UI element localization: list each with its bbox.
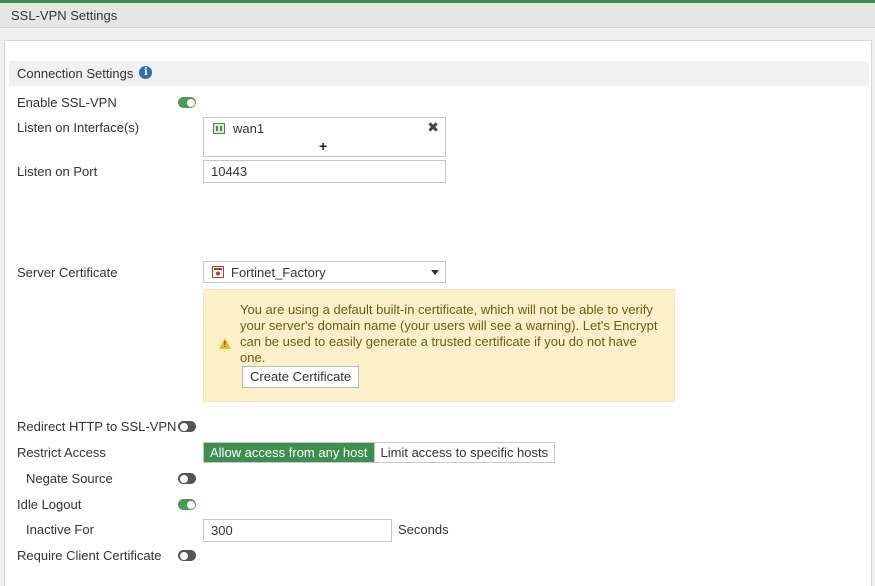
inactive-for-unit: Seconds bbox=[398, 522, 449, 537]
redirect-http-toggle[interactable] bbox=[178, 421, 196, 432]
enable-sslvpn-label: Enable SSL-VPN bbox=[17, 95, 117, 110]
toggle-knob bbox=[186, 500, 195, 509]
inactive-for-input[interactable] bbox=[203, 519, 392, 542]
negate-source-label: Negate Source bbox=[26, 471, 113, 486]
idle-logout-label: Idle Logout bbox=[17, 497, 82, 512]
remove-interface-icon[interactable]: ✖ bbox=[427, 119, 439, 136]
inactive-for-label: Inactive For bbox=[26, 522, 94, 537]
enable-sslvpn-toggle[interactable] bbox=[178, 97, 196, 108]
allow-any-host-option[interactable]: Allow access from any host bbox=[204, 443, 374, 462]
require-client-cert-label: Require Client Certificate bbox=[17, 548, 162, 563]
certificate-icon bbox=[212, 266, 224, 278]
server-certificate-select[interactable]: Fortinet_Factory bbox=[203, 261, 446, 283]
toggle-knob bbox=[186, 98, 195, 107]
add-interface-button[interactable]: + bbox=[319, 138, 327, 154]
info-icon[interactable]: i bbox=[139, 66, 153, 80]
idle-logout-toggle[interactable] bbox=[178, 499, 196, 510]
interface-item: wan1 bbox=[233, 121, 265, 136]
section-title: Connection Settings bbox=[17, 66, 134, 81]
server-certificate-label: Server Certificate bbox=[17, 265, 118, 280]
redirect-http-label: Redirect HTTP to SSL-VPN bbox=[17, 419, 177, 434]
server-certificate-value: Fortinet_Factory bbox=[231, 265, 326, 280]
network-port-icon bbox=[213, 123, 225, 134]
listen-port-label: Listen on Port bbox=[17, 164, 98, 179]
listen-interface-label: Listen on Interface(s) bbox=[17, 120, 140, 135]
limit-specific-hosts-option[interactable]: Limit access to specific hosts bbox=[373, 443, 555, 462]
toggle-knob bbox=[179, 474, 188, 483]
toggle-knob bbox=[179, 422, 188, 431]
certificate-warning-text: You are using a default built-in certifi… bbox=[240, 302, 658, 365]
chevron-down-icon bbox=[431, 270, 439, 275]
toggle-knob bbox=[179, 551, 188, 560]
restrict-access-selector: Allow access from any host Limit access … bbox=[203, 442, 556, 463]
negate-source-toggle[interactable] bbox=[178, 473, 196, 484]
page-title: SSL-VPN Settings bbox=[0, 3, 875, 28]
listen-port-input[interactable] bbox=[203, 160, 446, 183]
require-client-cert-toggle[interactable] bbox=[178, 550, 196, 561]
certificate-warning: ! You are using a default built-in certi… bbox=[203, 289, 675, 402]
section-header: Connection Settings i bbox=[9, 61, 869, 86]
restrict-access-label: Restrict Access bbox=[17, 445, 106, 460]
create-certificate-button[interactable]: Create Certificate bbox=[242, 366, 360, 388]
listen-interface-field[interactable]: wan1 ✖ + bbox=[203, 117, 446, 157]
warning-icon: ! bbox=[219, 338, 231, 349]
settings-panel: Connection Settings i Enable SSL-VPN List… bbox=[4, 40, 872, 586]
